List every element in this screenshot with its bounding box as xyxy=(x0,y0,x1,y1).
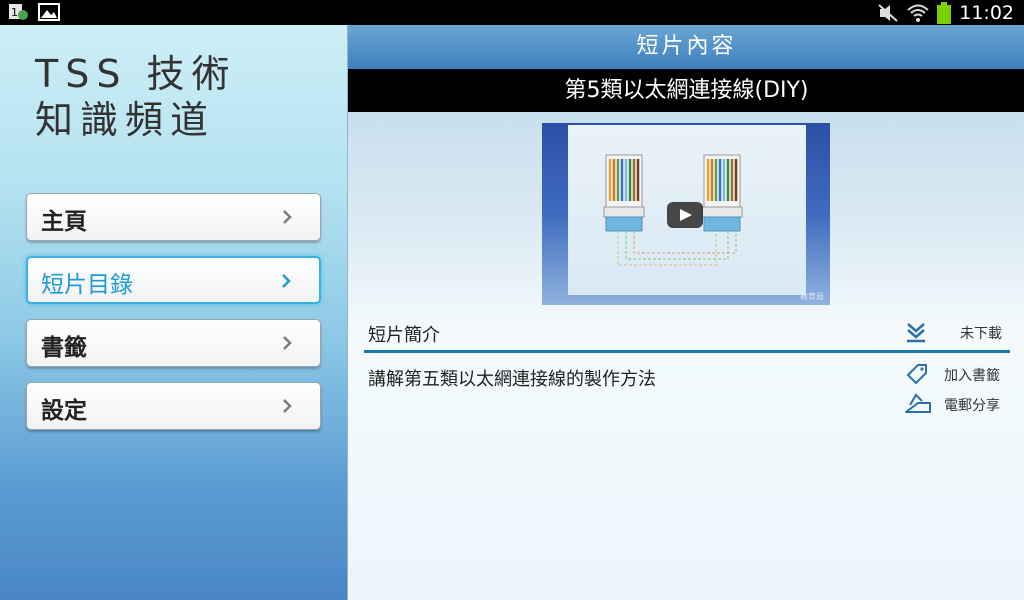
section-divider xyxy=(364,350,1010,353)
video-title: 第5類以太網連接線(DIY) xyxy=(348,69,1024,112)
section-label-summary: 短片簡介 xyxy=(368,325,440,346)
nav-item-home[interactable]: 主頁 xyxy=(26,193,321,241)
panel-header: 短片內容 xyxy=(348,25,1024,69)
email-share-button[interactable]: 電郵分享 xyxy=(944,395,1000,415)
video-thumbnail[interactable]: 教育局 xyxy=(542,123,830,305)
notification-app-icon: 1 xyxy=(9,4,28,20)
video-detail-panel: 短片內容 第5類以太網連接線(DIY) 教育局 短片簡介 未下載 講解第五類以太… xyxy=(347,25,1024,600)
thumbnail-watermark: 教育局 xyxy=(800,292,824,301)
play-icon[interactable] xyxy=(667,202,703,228)
battery-icon xyxy=(937,1,952,24)
sidebar: TSS 技術 知識頻道 主頁 短片目錄 書籤 設定 xyxy=(0,25,347,600)
video-description: 講解第五類以太網連接線的製作方法 xyxy=(368,369,656,390)
status-bar: 1 11:02 xyxy=(0,0,1024,25)
wifi-icon xyxy=(907,4,929,22)
chevron-right-icon xyxy=(282,274,291,288)
add-bookmark-button[interactable]: 加入書籤 xyxy=(944,365,1000,385)
download-icon[interactable] xyxy=(904,320,928,344)
app-title-line1: TSS 技術 xyxy=(35,52,237,96)
chevron-right-icon xyxy=(283,210,292,224)
nav-item-label: 書籤 xyxy=(41,335,87,361)
status-time: 11:02 xyxy=(959,1,1014,24)
nav-item-bookmarks[interactable]: 書籤 xyxy=(26,319,321,367)
email-share-icon[interactable] xyxy=(904,392,932,414)
app-title: TSS 技術 知識頻道 xyxy=(35,51,335,143)
gallery-icon xyxy=(38,3,60,21)
chevron-right-icon xyxy=(283,336,292,350)
svg-text:1: 1 xyxy=(11,6,18,19)
nav-item-video-catalog[interactable]: 短片目錄 xyxy=(26,256,321,304)
app-title-line2: 知識頻道 xyxy=(35,98,216,142)
bookmark-tag-icon[interactable] xyxy=(904,361,930,387)
download-status[interactable]: 未下載 xyxy=(960,323,1002,343)
chevron-right-icon xyxy=(283,399,292,413)
nav-item-label: 主頁 xyxy=(41,209,87,235)
nav-item-label: 短片目錄 xyxy=(41,272,133,298)
nav-item-settings[interactable]: 設定 xyxy=(26,382,321,430)
mute-icon xyxy=(878,3,898,22)
nav-item-label: 設定 xyxy=(41,398,87,424)
